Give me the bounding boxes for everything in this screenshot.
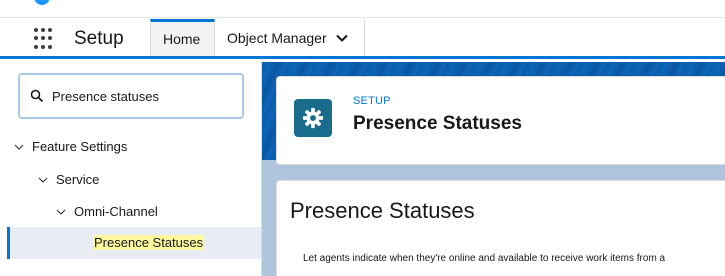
- breadcrumb-setup: SETUP: [353, 95, 391, 107]
- setup-sidebar: Feature Settings Service Omni-Channel Pr…: [0, 62, 262, 276]
- tab-object-manager[interactable]: Object Manager: [215, 19, 365, 56]
- tree-item-feature-settings[interactable]: Feature Settings: [14, 139, 127, 154]
- page-header: SETUP Presence Statuses: [276, 76, 725, 165]
- page-title: Presence Statuses: [353, 113, 522, 134]
- chevron-down-icon[interactable]: [38, 175, 48, 185]
- tab-home[interactable]: Home: [150, 19, 215, 56]
- gear-icon: [294, 99, 332, 137]
- tree-item-label: Feature Settings: [32, 139, 128, 154]
- tree-item-service[interactable]: Service: [38, 172, 99, 187]
- search-icon: [30, 89, 44, 103]
- content-panel: Presence Statuses Let agents indicate wh…: [276, 180, 725, 276]
- quick-find-input[interactable]: [52, 85, 237, 107]
- tree-item-label: Omni-Channel: [74, 204, 158, 219]
- navigation-bar: Setup Home Object Manager: [0, 19, 725, 59]
- tab-home-label: Home: [163, 31, 201, 47]
- global-header: [0, 0, 725, 18]
- quick-find-box[interactable]: [18, 73, 244, 119]
- content-title: Presence Statuses: [290, 198, 475, 223]
- app-launcher-grid-icon[interactable]: [34, 28, 56, 50]
- chevron-down-icon[interactable]: [335, 31, 349, 45]
- chevron-down-icon[interactable]: [56, 207, 66, 217]
- chevron-down-icon[interactable]: [14, 142, 24, 152]
- salesforce-logo[interactable]: [34, 0, 50, 5]
- tab-object-manager-label: Object Manager: [227, 29, 327, 46]
- tree-item-omni-channel[interactable]: Omni-Channel: [56, 204, 158, 219]
- tree-item-label-selected[interactable]: Presence Statuses: [93, 235, 205, 250]
- content-description: Let agents indicate when they're online …: [303, 253, 666, 264]
- tree-item-label: Service: [56, 172, 100, 187]
- app-name: Setup: [74, 28, 124, 49]
